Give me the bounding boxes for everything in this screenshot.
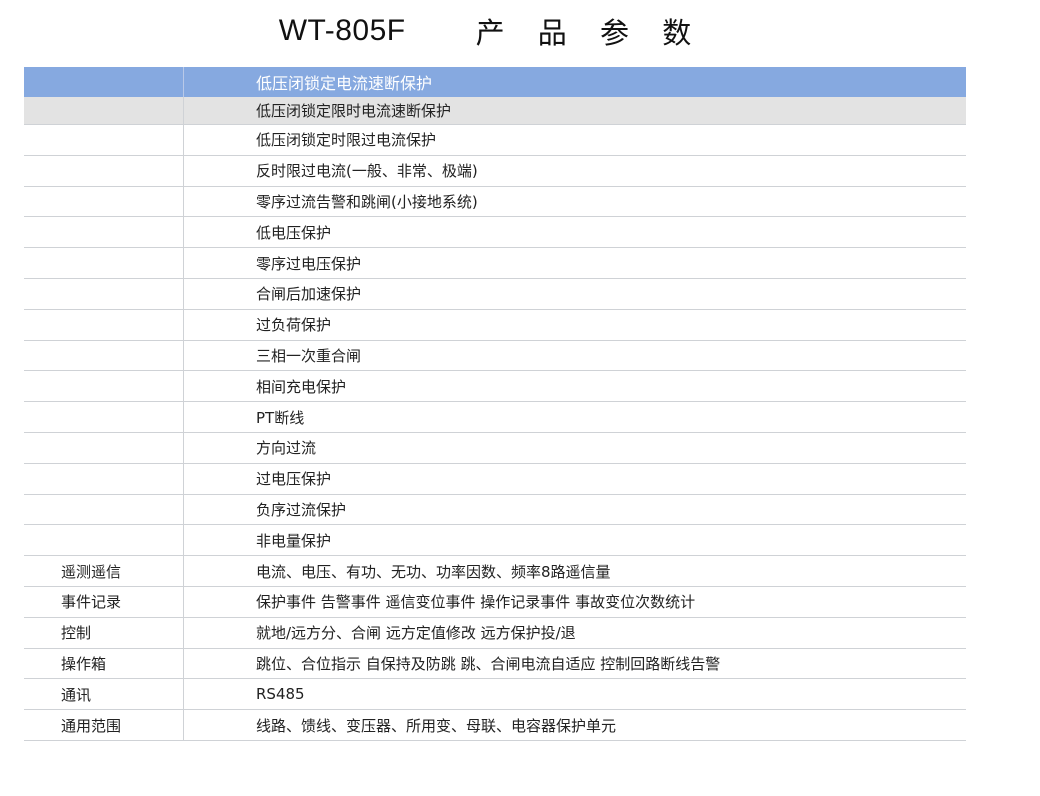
row-label (24, 217, 184, 248)
table-row: 过负荷保护 (24, 309, 966, 341)
header-value-cell: 低压闭锁定电流速断保护 (256, 74, 433, 93)
table-row: PT断线 (24, 402, 966, 433)
row-label (24, 125, 184, 155)
row-value: 过负荷保护 (256, 316, 332, 335)
spec-table: 低压闭锁定电流速断保护 低压闭锁定限时电流速断保护 低压闭锁定时限过电流保护 反… (24, 67, 966, 741)
table-row: 遥测遥信 电流、电压、有功、无功、功率因数、频率8路遥信量 (24, 556, 966, 587)
row-label: 遥测遥信 (24, 556, 184, 586)
table-row: 过电压保护 (24, 463, 966, 495)
row-label (24, 463, 184, 494)
row-value: PT断线 (256, 408, 305, 427)
row-label: 事件记录 (24, 586, 184, 617)
row-label (24, 494, 184, 525)
row-value: 低压闭锁定时限过电流保护 (256, 131, 437, 150)
table-row: 低压闭锁定时限过电流保护 (24, 125, 966, 156)
table-row: 相间充电保护 (24, 371, 966, 403)
table-row: 低压闭锁定限时电流速断保护 (24, 97, 966, 125)
row-value: 低电压保护 (256, 223, 332, 242)
row-value: 保护事件 告警事件 遥信变位事件 操作记录事件 事故变位次数统计 (256, 593, 696, 612)
row-value: 反时限过电流(一般、非常、极端) (256, 162, 478, 181)
row-value: 三相一次重合闸 (256, 346, 362, 365)
row-label (24, 309, 184, 340)
row-label (24, 340, 184, 371)
header-label-cell (24, 67, 184, 97)
table-row: 操作箱 跳位、合位指示 自保持及防跳 跳、合闸电流自适应 控制回路断线告警 (24, 648, 966, 680)
row-value: 过电压保护 (256, 470, 332, 489)
row-label (24, 402, 184, 432)
table-row: 三相一次重合闸 (24, 340, 966, 372)
row-value: 线路、馈线、变压器、所用变、母联、电容器保护单元 (256, 716, 617, 735)
row-label: 通用范围 (24, 710, 184, 740)
table-row: 合闸后加速保护 (24, 278, 966, 310)
table-row: 控制 就地/远方分、合闸 远方定值修改 远方保护投/退 (24, 617, 966, 649)
row-value: 跳位、合位指示 自保持及防跳 跳、合闸电流自适应 控制回路断线告警 (256, 654, 721, 673)
row-value: 零序过电压保护 (256, 254, 362, 273)
table-row: 低电压保护 (24, 217, 966, 249)
row-label (24, 371, 184, 402)
table-row: 零序过电压保护 (24, 248, 966, 279)
row-label: 通讯 (24, 679, 184, 710)
row-label (24, 155, 184, 186)
model-number: WT-805F (278, 14, 406, 47)
row-value: 非电量保护 (256, 531, 332, 550)
row-value: 低压闭锁定限时电流速断保护 (256, 102, 452, 120)
row-value: 零序过流告警和跳闸(小接地系统) (256, 192, 478, 211)
row-label (24, 432, 184, 463)
row-value: 相间充电保护 (256, 377, 347, 396)
row-label: 控制 (24, 617, 184, 648)
row-label: 操作箱 (24, 648, 184, 679)
table-row: 事件记录 保护事件 告警事件 遥信变位事件 操作记录事件 事故变位次数统计 (24, 586, 966, 618)
table-row: 通讯 RS485 (24, 679, 966, 711)
row-label (24, 97, 184, 124)
row-value: 合闸后加速保护 (256, 285, 362, 304)
row-value: 负序过流保护 (256, 500, 347, 519)
row-value: 电流、电压、有功、无功、功率因数、频率8路遥信量 (256, 562, 611, 581)
row-value: RS485 (256, 685, 305, 704)
row-label (24, 525, 184, 556)
row-label (24, 186, 184, 217)
row-label (24, 248, 184, 278)
row-label (24, 278, 184, 309)
row-value: 就地/远方分、合闸 远方定值修改 远方保护投/退 (256, 624, 576, 643)
table-row: 非电量保护 (24, 525, 966, 557)
title-bar: WT-805F 产 品 参 数 (14, 0, 968, 62)
row-value: 方向过流 (256, 439, 317, 458)
table-row: 零序过流告警和跳闸(小接地系统) (24, 186, 966, 218)
table-row: 反时限过电流(一般、非常、极端) (24, 155, 966, 187)
table-row: 方向过流 (24, 432, 966, 464)
table-row: 负序过流保护 (24, 494, 966, 526)
table-header-row: 低压闭锁定电流速断保护 (24, 67, 966, 97)
product-spec-page: WT-805F 产 品 参 数 低压闭锁定电流速断保护 低压闭锁定限时电流速断保… (0, 0, 1040, 796)
table-row: 通用范围 线路、馈线、变压器、所用变、母联、电容器保护单元 (24, 710, 966, 741)
page-title: 产 品 参 数 (475, 16, 704, 50)
